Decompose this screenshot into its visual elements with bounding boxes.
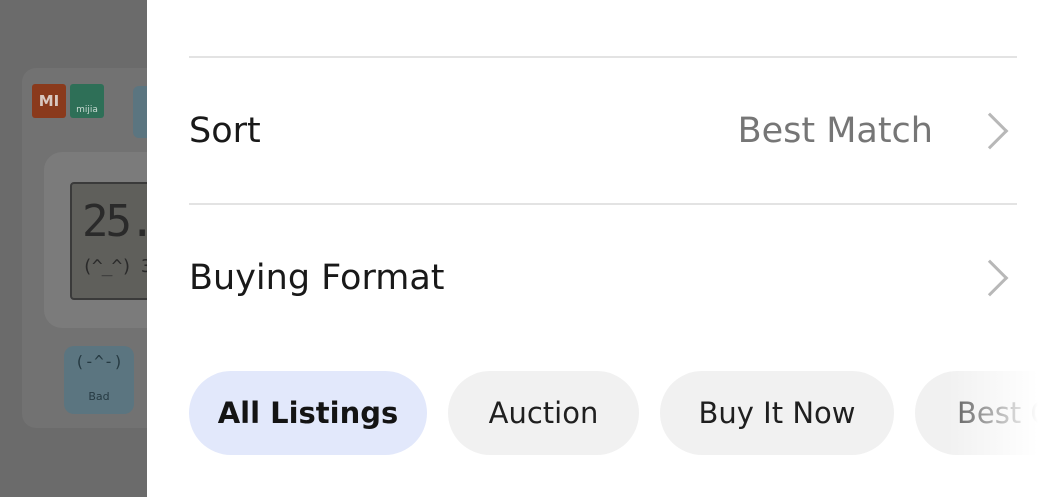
status-label: Bad xyxy=(88,390,110,403)
divider xyxy=(189,203,1017,205)
status-tile: (-^-) Bad xyxy=(64,346,134,414)
filter-sheet: Sort Best Match Buying Format All Listin… xyxy=(147,0,1038,497)
chip-all-listings[interactable]: All Listings xyxy=(189,371,427,455)
screen-temperature: 25.6 xyxy=(82,196,147,247)
background-product-page: MI mijia 25.6 (^_^) 3 (-^-) Bad xyxy=(0,0,147,497)
chevron-right-icon xyxy=(971,259,1009,297)
sort-row[interactable]: Sort Best Match xyxy=(189,81,1017,181)
chevron-right-icon xyxy=(971,112,1009,150)
status-face: (-^-) xyxy=(74,352,124,371)
buying-format-label: Buying Format xyxy=(189,258,445,298)
previous-filter-row[interactable] xyxy=(189,0,1017,28)
feature-tile xyxy=(133,86,147,138)
sort-value: Best Match xyxy=(737,111,933,151)
sort-label: Sort xyxy=(189,111,261,151)
scroll-fade xyxy=(948,360,1038,470)
device-screen: 25.6 (^_^) 3 xyxy=(70,182,147,300)
buying-format-row[interactable]: Buying Format xyxy=(189,228,1017,328)
chip-auction[interactable]: Auction xyxy=(448,371,639,455)
mi-logo: MI xyxy=(32,84,66,118)
screen-face: (^_^) 3 xyxy=(82,256,147,277)
chip-buy-it-now[interactable]: Buy It Now xyxy=(660,371,894,455)
mijia-logo: mijia xyxy=(70,84,104,118)
divider xyxy=(189,56,1017,58)
